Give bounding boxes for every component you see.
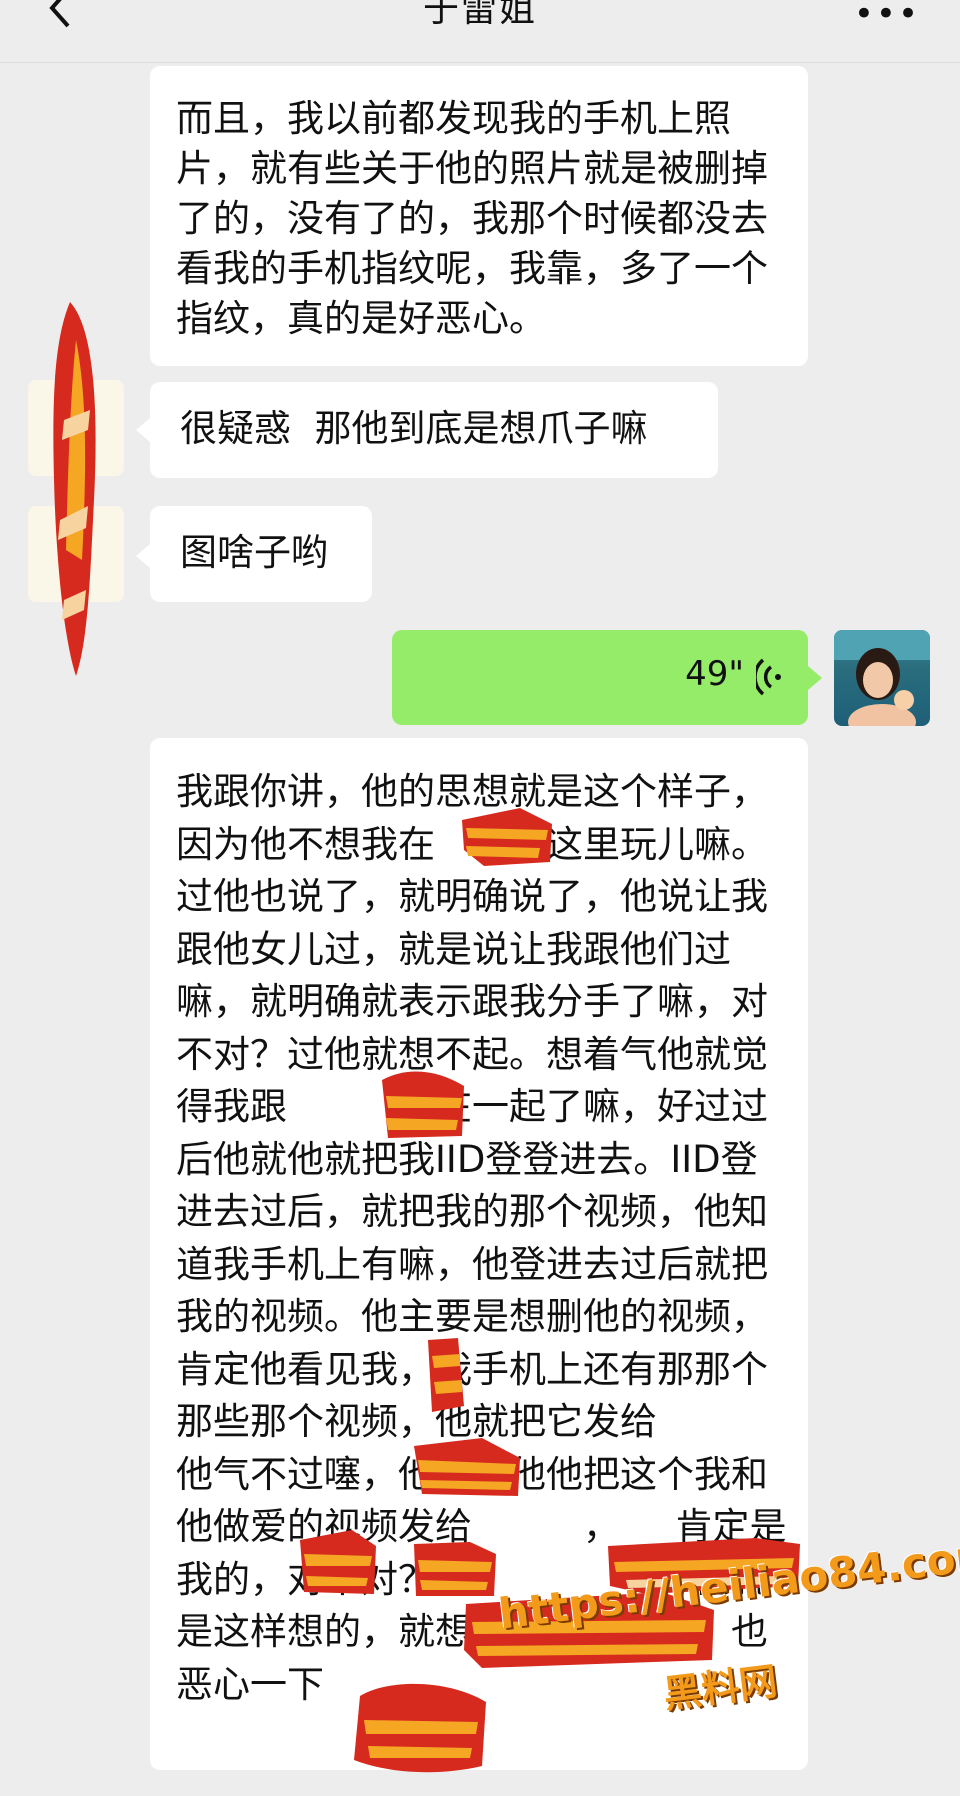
- voice-duration: 49": [685, 654, 744, 694]
- bubble-tail: [808, 666, 822, 690]
- bubble-tail: [136, 544, 150, 568]
- voice-message-bubble[interactable]: 49": [392, 630, 808, 725]
- user-photo: [834, 630, 930, 726]
- message-text: 而且，我以前都发现我的手机上照片，就有些关于他的照片就是被删掉了的，没有了的，我…: [176, 97, 768, 340]
- contact-avatar[interactable]: [28, 506, 124, 602]
- bubble-tail: [136, 418, 150, 442]
- message-text: 很疑惑 那他到底是想爪子嘛: [180, 407, 648, 450]
- message-text: 图啥子哟: [180, 531, 328, 574]
- voice-wave-icon: [756, 658, 781, 696]
- more-dots-icon[interactable]: •••: [854, 0, 920, 34]
- message-bubble[interactable]: 很疑惑 那他到底是想爪子嘛: [150, 382, 718, 478]
- contact-avatar[interactable]: [28, 380, 124, 476]
- chat-header: 于雷姐 •••: [0, 0, 960, 63]
- user-avatar[interactable]: [834, 630, 930, 726]
- chat-title: 于雷姐: [422, 0, 537, 30]
- message-bubble[interactable]: 我跟你讲，他的思想就是这个样子，因为他不想我在 这里玩儿嘛。过他也说了，就明确说…: [150, 738, 960, 1770]
- message-bubble[interactable]: 图啥子哟: [150, 506, 372, 602]
- message-bubble[interactable]: 而且，我以前都发现我的手机上照片，就有些关于他的照片就是被删掉了的，没有了的，我…: [150, 66, 808, 366]
- redaction-mark: [53, 302, 96, 676]
